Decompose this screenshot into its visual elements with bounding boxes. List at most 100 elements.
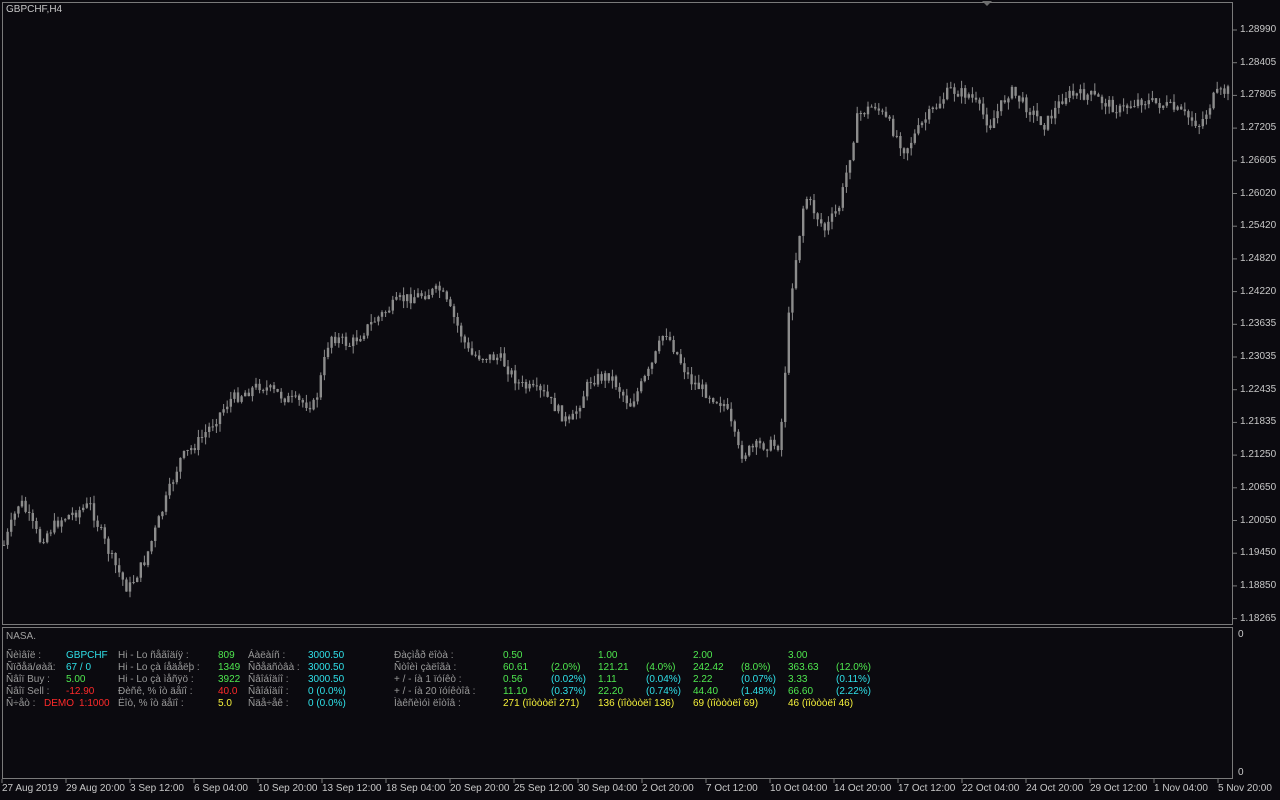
candle-body <box>1176 106 1179 110</box>
time-axis-label: 1 Nov 04:00 <box>1154 783 1208 794</box>
candle-body <box>899 136 902 149</box>
candle-body <box>866 106 870 115</box>
time-axis-label: 5 Nov 20:00 <box>1218 783 1272 794</box>
hilo-week-value: 1349 <box>218 662 241 673</box>
candle-body <box>964 88 967 98</box>
max-lots-value: 46 (ïîòòòëî 46) <box>788 698 854 709</box>
candle-body <box>780 421 783 450</box>
candle-body <box>312 399 315 410</box>
spread-value: 67 / 0 <box>66 662 92 673</box>
candle-body <box>485 359 488 360</box>
candle-body <box>578 407 582 412</box>
price-axis-label: 1.28990 <box>1240 24 1277 35</box>
lot-value: 3.00 <box>788 650 808 661</box>
candle-body <box>222 409 225 413</box>
per-point-value: 0.56 <box>503 674 523 685</box>
candle-body <box>967 94 970 98</box>
candle-body <box>460 325 463 337</box>
candle-body <box>524 382 528 389</box>
candle-body <box>758 440 762 444</box>
candle-body <box>708 397 711 399</box>
candle-body <box>236 392 240 402</box>
used-margin-value: 0 (0.0%) <box>308 686 346 697</box>
candle-body <box>960 88 963 97</box>
candle-body <box>895 135 898 137</box>
candle-body <box>1194 120 1197 126</box>
candle-body <box>240 396 243 402</box>
candle-body <box>514 370 517 384</box>
candle-body <box>636 391 639 402</box>
candle-body <box>1018 95 1021 102</box>
per-20-points-pct-value: (0.37%) <box>551 686 587 697</box>
shift-chart-marker-icon[interactable] <box>982 1 992 6</box>
candle-body <box>290 395 294 397</box>
time-axis-label: 29 Aug 20:00 <box>66 783 125 794</box>
lot-size-label: Ðàçìåð ëîòà : <box>394 650 454 661</box>
time-axis-label: 22 Oct 04:00 <box>962 783 1020 794</box>
candle-body <box>769 439 772 451</box>
per-20-points-pct-value: (0.74%) <box>646 686 682 697</box>
candle-body <box>323 357 326 376</box>
candle-body <box>989 125 992 128</box>
lot-pct-label: Ëîò, % îò äåïî : <box>118 698 184 709</box>
candle-body <box>946 87 949 100</box>
symbol-value: GBPCHF <box>66 650 108 661</box>
candle-body <box>416 293 420 298</box>
candle-body <box>841 187 844 208</box>
account-label: Ñ÷åò : <box>6 698 36 709</box>
candle-body <box>992 118 996 128</box>
candle-body <box>226 406 229 410</box>
candle-body <box>46 533 49 543</box>
candle-body <box>211 426 214 428</box>
candle-body <box>478 355 481 360</box>
candle-body <box>96 520 99 527</box>
candle-body <box>542 390 546 392</box>
candle-body <box>1115 112 1118 114</box>
candle-body <box>1003 100 1006 103</box>
candle-body <box>1104 103 1107 107</box>
candle-body <box>1111 99 1114 113</box>
candle-body <box>186 450 189 451</box>
time-axis-label: 13 Sep 12:00 <box>322 783 382 794</box>
candle-body <box>1043 125 1046 130</box>
candle-body <box>215 424 218 427</box>
candle-body <box>1075 93 1078 96</box>
candle-body <box>334 336 337 344</box>
candle-body <box>521 382 524 383</box>
price-axis-label: 1.23635 <box>1240 318 1277 330</box>
candle-body <box>56 520 60 527</box>
candle-body <box>582 396 585 408</box>
candle-body <box>564 416 567 422</box>
candle-body <box>902 148 906 154</box>
candle-body <box>1007 98 1010 103</box>
per-20-points-value: 22.20 <box>598 686 624 697</box>
swap-buy-value: 5.00 <box>66 674 86 685</box>
candle-body <box>395 296 398 300</box>
time-axis-label: 7 Oct 12:00 <box>706 783 758 794</box>
candle-body <box>1108 99 1111 107</box>
candle-body <box>1093 90 1096 95</box>
candle-body <box>658 340 661 352</box>
candle-body <box>1072 90 1075 96</box>
candle-body <box>1172 101 1176 110</box>
candle-body <box>722 404 726 407</box>
candle-body <box>848 160 852 173</box>
candle-body <box>1208 108 1212 115</box>
chart-window[interactable]: GBPCHF,H4 1.28990 1.28405 1.27805 1.27205 1.… <box>0 0 1280 800</box>
candle-body <box>154 527 157 541</box>
candle-body <box>712 398 715 403</box>
candle-body <box>632 401 636 407</box>
candle-body <box>650 362 654 369</box>
candle-body <box>884 111 888 117</box>
candle-body <box>1057 101 1060 108</box>
candle-body <box>924 119 927 123</box>
hilo-week-label: Hi - Lo çà íåäåëþ : <box>118 662 200 673</box>
candle-body <box>532 383 535 386</box>
candle-body <box>629 403 632 407</box>
candle-body <box>748 445 751 456</box>
time-axis-label: 30 Sep 04:00 <box>578 783 638 794</box>
candle-body <box>1180 106 1183 110</box>
candle-body <box>114 553 117 566</box>
candle-body <box>560 405 564 422</box>
spread-label: Ñïðåä/øàã: <box>6 662 56 673</box>
